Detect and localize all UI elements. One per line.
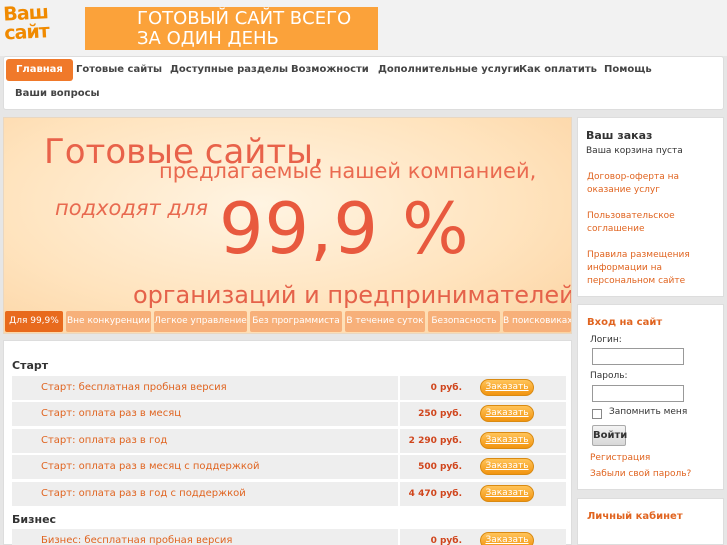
nav-item-features[interactable]: Возможности [291, 59, 369, 81]
product-name[interactable]: Старт: оплата раз в год с поддержкой [41, 482, 246, 506]
slider-tab-4[interactable]: Без программиста [250, 311, 342, 332]
section-title-start: Старт [12, 359, 49, 372]
table-row: Старт: оплата раз в месяц с поддержкой 5… [12, 455, 566, 479]
table-row: Старт: бесплатная пробная версия 0 руб. … [12, 376, 566, 400]
remember-checkbox[interactable] [592, 409, 602, 419]
product-name[interactable]: Старт: оплата раз в месяц [41, 402, 181, 426]
login-box: Вход на сайт Логин: Пароль: Запомнить ме… [577, 304, 724, 490]
nav-item-payment[interactable]: Как оплатить [519, 59, 597, 81]
remember-label: Запомнить меня [609, 407, 688, 417]
order-button[interactable]: Заказать [480, 379, 534, 396]
logo-line-2: сайт [3, 20, 50, 45]
order-button[interactable]: Заказать [480, 405, 534, 422]
nav-item-questions[interactable]: Ваши вопросы [15, 83, 100, 105]
user-agreement-link[interactable]: Пользовательское соглашение [587, 210, 707, 236]
login-title: Вход на сайт [587, 317, 663, 328]
hero-line-3: подходят для [55, 196, 209, 220]
table-row: Бизнес: бесплатная пробная версия 0 руб.… [12, 529, 566, 545]
section-title-business: Бизнес [12, 513, 57, 526]
product-price: 2 290 руб. [398, 429, 468, 453]
hero-line-4: организаций и предпринимателей [133, 281, 572, 309]
slider-tab-1[interactable]: Для 99,9% [5, 311, 63, 332]
password-label: Пароль: [590, 371, 628, 381]
login-label: Логин: [590, 335, 622, 345]
table-row: Старт: оплата раз в год с поддержкой 4 4… [12, 482, 566, 506]
nav-item-sections[interactable]: Доступные разделы [170, 59, 288, 81]
login-input[interactable] [592, 348, 684, 365]
table-row: Старт: оплата раз в месяц 250 руб. Заказ… [12, 402, 566, 426]
site-logo[interactable]: Ваш сайт [3, 1, 65, 49]
product-price: 0 руб. [398, 376, 468, 400]
offer-contract-link[interactable]: Договор-оферта на оказание услуг [587, 171, 707, 197]
order-box: Ваш заказ Ваша корзина пуста Договор-офе… [577, 117, 724, 297]
product-name[interactable]: Старт: оплата раз в месяц с поддержкой [41, 455, 260, 479]
forgot-password-link[interactable]: Забыли свой пароль? [590, 468, 691, 481]
product-price: 500 руб. [398, 455, 468, 479]
product-name[interactable]: Бизнес: бесплатная пробная версия [41, 529, 232, 545]
product-price: 250 руб. [398, 402, 468, 426]
nav-item-help[interactable]: Помощь [604, 59, 652, 81]
promo-line-2: ЗА ОДИН ДЕНЬ [137, 28, 279, 49]
cabinet-box: Личный кабинет [577, 498, 724, 545]
promo-banner[interactable]: ГОТОВЫЙ САЙТ ВСЕГО ЗА ОДИН ДЕНЬ [85, 7, 378, 50]
register-link[interactable]: Регистрация [590, 452, 650, 465]
order-button[interactable]: Заказать [480, 485, 534, 502]
password-input[interactable] [592, 385, 684, 402]
nav-item-extra-services[interactable]: Дополнительные услуги [378, 59, 520, 81]
slider-tabs: Для 99,9% Вне конкуренции Легкое управле… [4, 311, 571, 333]
hero-line-2: предлагаемые нашей компанией, [159, 159, 537, 183]
login-button[interactable]: Войти [592, 425, 627, 446]
site-header: Ваш сайт ГОТОВЫЙ САЙТ ВСЕГО ЗА ОДИН ДЕНЬ [0, 0, 727, 56]
slider-tab-7[interactable]: В поисковиках [503, 311, 571, 332]
slider-tab-6[interactable]: Безопасность [428, 311, 500, 332]
nav-item-home[interactable]: Главная [6, 59, 73, 81]
slider-tab-3[interactable]: Легкое управление [154, 311, 247, 332]
cabinet-link[interactable]: Личный кабинет [587, 511, 683, 522]
cart-status: Ваша корзина пуста [586, 146, 683, 156]
slider-tab-5[interactable]: В течение суток [345, 311, 425, 332]
product-name[interactable]: Старт: бесплатная пробная версия [41, 376, 227, 400]
order-title: Ваш заказ [586, 129, 653, 142]
product-price: 0 руб. [398, 529, 468, 545]
product-price: 4 470 руб. [398, 482, 468, 506]
table-row: Старт: оплата раз в год 2 290 руб. Заказ… [12, 429, 566, 453]
promo-line-1: ГОТОВЫЙ САЙТ ВСЕГО [137, 8, 352, 29]
price-list: Старт Старт: бесплатная пробная версия 0… [3, 340, 572, 545]
main-nav: Главная Готовые сайты Доступные разделы … [3, 56, 724, 110]
order-button[interactable]: Заказать [480, 532, 534, 545]
placement-rules-link[interactable]: Правила размещения информации на персона… [587, 249, 707, 288]
order-button[interactable]: Заказать [480, 458, 534, 475]
slider-tab-2[interactable]: Вне конкуренции [66, 311, 151, 332]
hero-slider: Готовые сайты, предлагаемые нашей компан… [3, 117, 572, 334]
nav-item-ready-sites[interactable]: Готовые сайты [76, 59, 162, 81]
order-button[interactable]: Заказать [480, 432, 534, 449]
hero-percent: 99,9 % [219, 188, 470, 270]
product-name[interactable]: Старт: оплата раз в год [41, 429, 167, 453]
